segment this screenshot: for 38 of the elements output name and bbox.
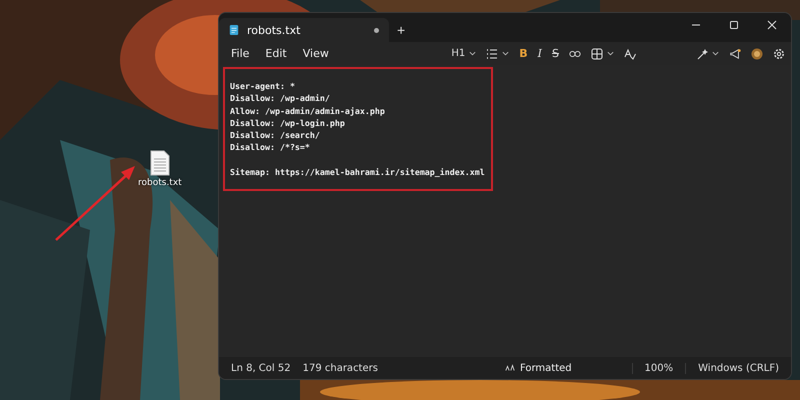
cursor-position: Ln 8, Col 52 (231, 362, 291, 374)
code-line: User-agent: * (230, 80, 296, 92)
code-line: Disallow: /search/ (230, 129, 321, 142)
document-icon[interactable] (150, 150, 170, 176)
code-line: Disallow: /wp-login.php (230, 116, 346, 130)
format-button[interactable]: Formatted (504, 362, 572, 374)
tab-title: robots.txt (247, 24, 302, 36)
italic-button[interactable]: I (538, 47, 542, 60)
menu-item[interactable]: View (296, 45, 335, 62)
code-line: Allow: /wp-admin/admin-ajax.php (230, 104, 386, 117)
chevron-icon (607, 51, 614, 56)
code-line: Sitemap: https://kamel-bahrami.ir/sitemap_index.xml (230, 166, 486, 178)
strikethrough-button[interactable]: S (552, 47, 559, 60)
table-icon[interactable] (591, 48, 603, 60)
menu-item[interactable]: File (225, 45, 256, 62)
zoom-level[interactable]: 100% (632, 362, 674, 374)
list-icon[interactable] (486, 48, 498, 60)
chevron-icon (502, 51, 510, 56)
maximize-icon[interactable] (729, 20, 739, 30)
file-name[interactable]: robots.txt (138, 178, 182, 188)
line-ending[interactable]: Windows (CRLF) (685, 362, 779, 374)
character-count: 179 characters (302, 362, 378, 374)
megaphone-icon[interactable] (729, 48, 741, 60)
close-icon[interactable] (767, 20, 777, 30)
spellcheck-icon[interactable] (624, 48, 636, 60)
chevron-icon (712, 51, 719, 56)
chevron-icon (469, 51, 476, 56)
code-line: Disallow: /wp-admin/ (230, 92, 331, 105)
code-line: Disallow: /*?s=* (230, 141, 311, 154)
heading-dropdown[interactable]: H1 (451, 48, 476, 59)
format-icon (504, 364, 515, 372)
new-tab-button[interactable]: + (389, 18, 414, 42)
account-avatar-icon[interactable] (751, 48, 763, 60)
settings-icon[interactable] (773, 48, 785, 60)
file-tab[interactable]: robots.txt (219, 18, 389, 42)
bold-button[interactable]: B (519, 47, 528, 60)
menu-item[interactable]: Edit (259, 45, 293, 62)
notepad-icon (229, 24, 239, 36)
